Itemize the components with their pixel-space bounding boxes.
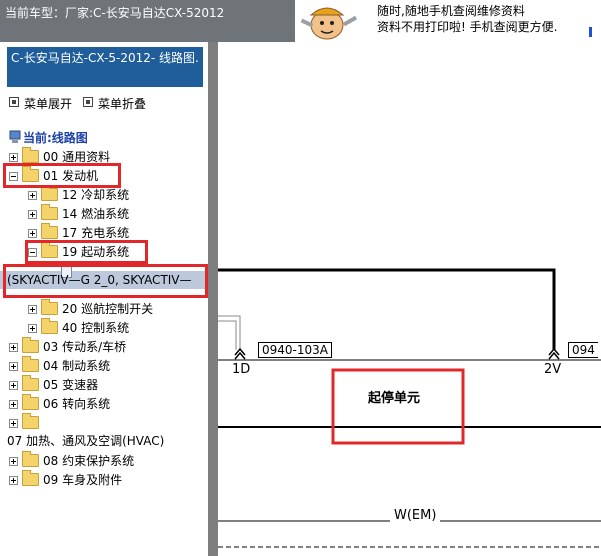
expand-toggle-icon[interactable]: [9, 457, 18, 466]
promo-banner[interactable]: 随时,随地手机查阅维修资料 资料不用打印啦! 手机查阅更方便.: [295, 0, 601, 42]
annotation-box-start-stop-unit: [331, 368, 465, 445]
wiring-lines: [218, 268, 601, 548]
folder-icon: [41, 185, 58, 201]
expand-toggle-icon[interactable]: [9, 362, 18, 371]
start-stop-unit-label: 起停单元: [368, 391, 421, 406]
tree-item-04[interactable]: 04 制动系统: [9, 356, 110, 376]
tree-item-06[interactable]: 06 转向系统: [9, 394, 110, 414]
expand-toggle-icon[interactable]: [9, 400, 18, 409]
expand-toggle-icon[interactable]: [9, 381, 18, 390]
expand-icon: [9, 97, 19, 107]
collapse-icon: [83, 97, 93, 107]
top-bar: 当前车型：厂家:C-长安马自达CX-52012 随时,随地手机查阅维修资料 资料…: [0, 0, 601, 42]
folder-icon: [22, 147, 39, 163]
tree-item-20[interactable]: 20 巡航控制开关: [28, 299, 153, 319]
pin-label-right: 2V: [544, 362, 562, 377]
expand-toggle-icon[interactable]: [28, 191, 37, 200]
folder-icon: [22, 413, 39, 429]
mechanic-mascot-icon: [300, 7, 358, 40]
folder-icon: [41, 204, 58, 220]
wiring-diagram: 0940-103A 094 1D 2V 起停单元 W(EM): [218, 42, 601, 556]
tree-item-12[interactable]: 12 冷却系统: [28, 185, 129, 205]
expand-all-button[interactable]: 菜单展开: [9, 95, 72, 112]
tree-item-07[interactable]: 07 加热、通风及空调(HVAC): [7, 432, 164, 451]
tree-panel: C-长安马自达-CX-5-2012- 线路图. 菜单展开 菜单折叠 当前:线路图…: [0, 42, 208, 556]
folder-icon: [22, 470, 39, 486]
promo-accent-bar: [589, 27, 592, 37]
tree-item-08[interactable]: 08 约束保护系统: [9, 451, 134, 471]
tree-item-40[interactable]: 40 控制系统: [28, 318, 129, 338]
expand-toggle-icon[interactable]: [9, 476, 18, 485]
connector-label-left: 0940-103A: [258, 342, 332, 358]
folder-icon: [22, 394, 39, 410]
folder-icon: [41, 318, 58, 334]
tree-current-node[interactable]: 当前:线路图: [9, 128, 88, 147]
document-title: C-长安马自达-CX-5-2012- 线路图.: [7, 47, 203, 87]
panel-splitter[interactable]: [208, 42, 218, 556]
expand-toggle-icon[interactable]: [28, 229, 37, 238]
folder-icon: [22, 337, 39, 353]
folder-icon: [41, 223, 58, 239]
expand-toggle-icon[interactable]: [28, 305, 37, 314]
promo-line-2: 资料不用打印啦! 手机查阅更方便.: [377, 20, 558, 34]
promo-line-1: 随时,随地手机查阅维修资料: [377, 4, 525, 18]
computer-icon: [9, 130, 21, 143]
tree-item-05[interactable]: 05 变速器: [9, 375, 98, 395]
tree-item-09[interactable]: 09 车身及附件: [9, 470, 122, 490]
expand-toggle-icon[interactable]: [9, 153, 18, 162]
pin-label-left: 1D: [232, 362, 251, 377]
expand-toggle-icon[interactable]: [9, 419, 18, 428]
folder-icon: [22, 356, 39, 372]
tree-item-07-folder[interactable]: [9, 413, 43, 433]
folder-icon: [22, 375, 39, 391]
tree-item-03[interactable]: 03 传动系/车桥: [9, 337, 126, 357]
expand-toggle-icon[interactable]: [9, 343, 18, 352]
annotation-box-starting-system: [25, 240, 148, 264]
expand-toggle-icon[interactable]: [28, 210, 37, 219]
collapse-all-button[interactable]: 菜单折叠: [83, 95, 146, 112]
folder-icon: [41, 299, 58, 315]
tree-item-14[interactable]: 14 燃油系统: [28, 204, 129, 224]
expand-toggle-icon[interactable]: [28, 324, 37, 333]
annotation-box-engine: [3, 163, 121, 188]
wire-color-label: W(EM): [390, 508, 441, 523]
current-model-label: 当前车型：厂家:C-长安马自达CX-52012: [5, 6, 225, 20]
annotation-box-skyactiv: [3, 264, 208, 298]
folder-icon: [22, 451, 39, 467]
connector-label-right: 094: [568, 342, 598, 358]
